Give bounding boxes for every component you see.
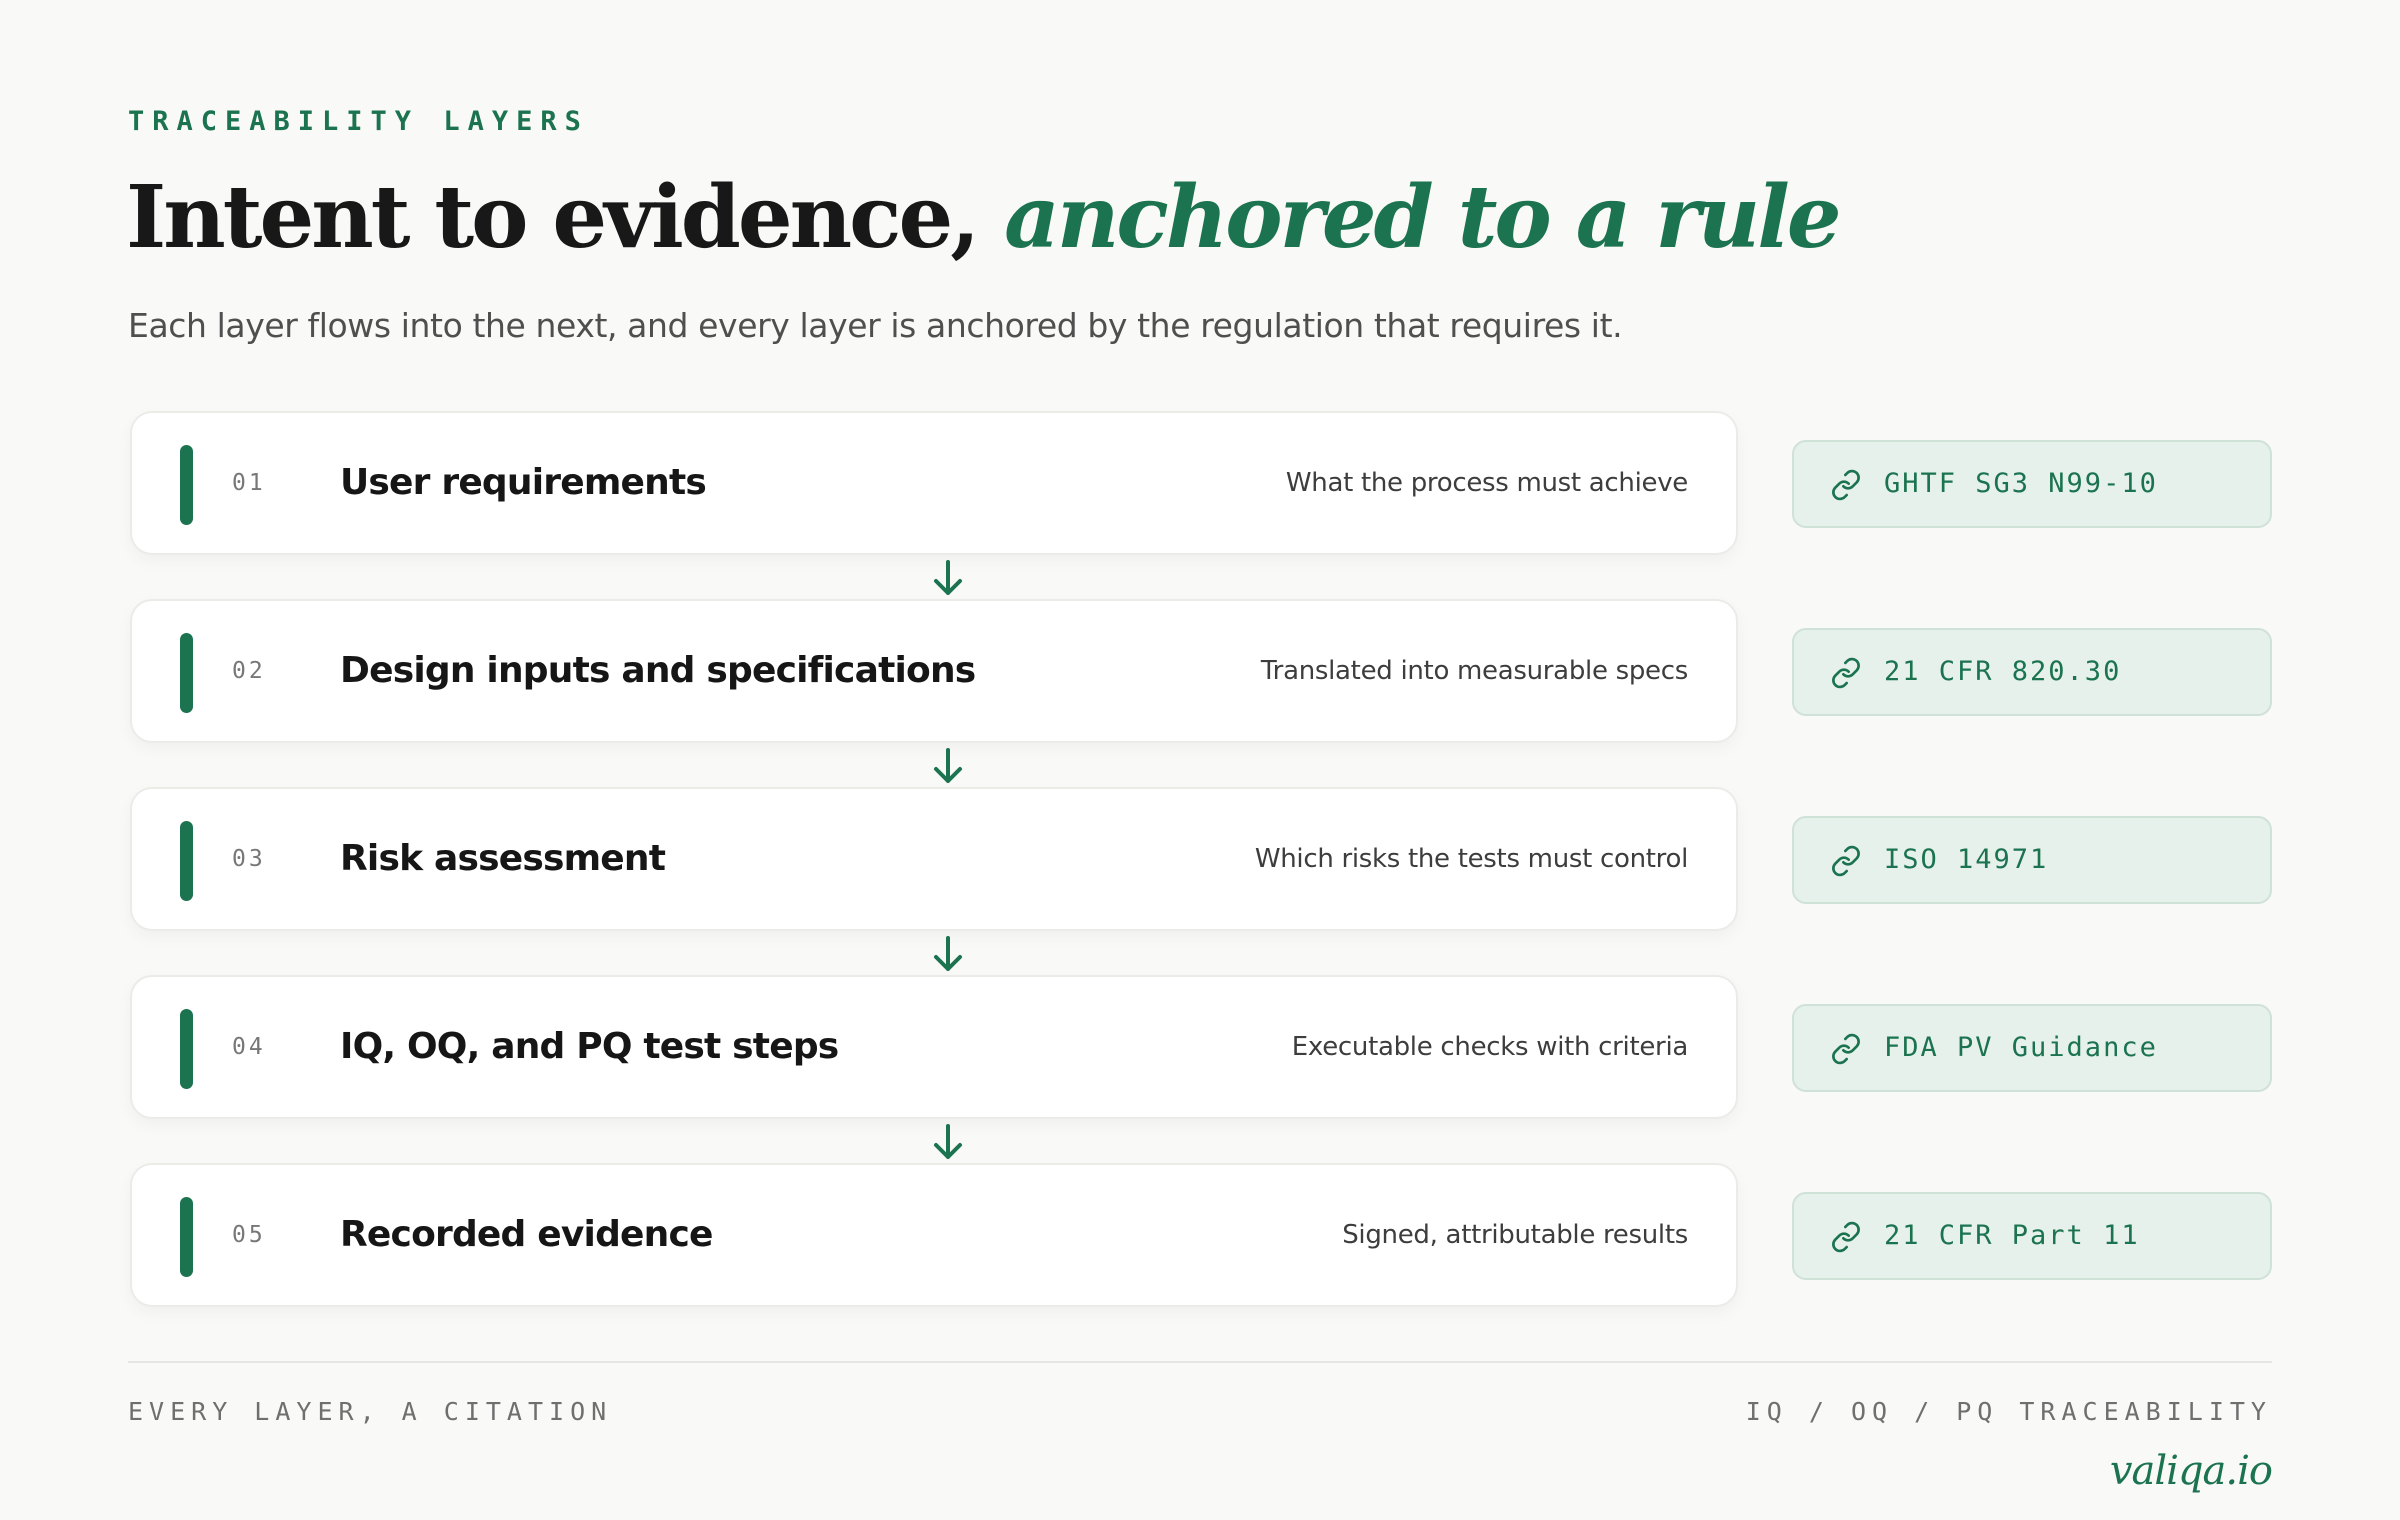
- footer-divider: [128, 1361, 2272, 1363]
- citation-label: 21 CFR 820.30: [1884, 656, 2122, 687]
- citation-chip[interactable]: ISO 14971: [1792, 816, 2272, 904]
- layer-accent-bar: [180, 445, 193, 525]
- layer-card: 02 Design inputs and specifications Transl…: [130, 599, 1738, 743]
- citation-chip[interactable]: 21 CFR 820.30: [1792, 628, 2272, 716]
- link-icon: [1832, 845, 1860, 877]
- layer-number: 04: [232, 1034, 266, 1060]
- layer-description: Translated into measurable specs: [1260, 656, 1688, 686]
- citation-label: FDA PV Guidance: [1884, 1032, 2158, 1063]
- citation-label: GHTF SG3 N99-10: [1884, 468, 2158, 499]
- layer-card: 03 Risk assessment Which risks the tests m…: [130, 787, 1738, 931]
- arrow-down-icon: [934, 936, 962, 971]
- link-icon: [1832, 469, 1860, 501]
- layer-number: 02: [232, 658, 266, 684]
- layer-accent-bar: [180, 821, 193, 901]
- layer-card: 05 Recorded evidence Signed, attributable …: [130, 1163, 1738, 1307]
- layer-description: What the process must achieve: [1285, 468, 1688, 498]
- citation-chip[interactable]: GHTF SG3 N99-10: [1792, 440, 2272, 528]
- layer-card: 01 User requirements What the process must…: [130, 411, 1738, 555]
- layer-number: 05: [232, 1222, 266, 1248]
- link-icon: [1832, 1033, 1860, 1065]
- brand-link[interactable]: valiqa.io: [2110, 1448, 2273, 1494]
- layer-name: User requirements: [340, 462, 707, 503]
- arrow-down-icon: [934, 560, 962, 595]
- layer-card: 04 IQ, OQ, and PQ test steps Executable ch…: [130, 975, 1738, 1119]
- link-icon: [1832, 657, 1860, 689]
- citation-chip[interactable]: 21 CFR Part 11: [1792, 1192, 2272, 1280]
- citation-label: 21 CFR Part 11: [1884, 1220, 2140, 1251]
- citation-label: ISO 14971: [1884, 844, 2049, 875]
- traceability-layers: 01 User requirements What the process must…: [0, 0, 2400, 1520]
- layer-number: 03: [232, 846, 266, 872]
- link-icon: [1832, 1221, 1860, 1253]
- layer-name: IQ, OQ, and PQ test steps: [340, 1026, 839, 1067]
- footer-label: IQ / OQ / PQ TRACEABILITY: [1745, 1397, 2272, 1426]
- footer-tagline: EVERY LAYER, A CITATION: [128, 1397, 613, 1426]
- layer-description: Signed, attributable results: [1342, 1220, 1688, 1250]
- arrow-down-icon: [934, 748, 962, 783]
- arrow-down-icon: [934, 1124, 962, 1159]
- layer-accent-bar: [180, 1009, 193, 1089]
- layer-accent-bar: [180, 1197, 193, 1277]
- layer-accent-bar: [180, 633, 193, 713]
- layer-name: Design inputs and specifications: [340, 650, 976, 691]
- layer-name: Recorded evidence: [340, 1214, 713, 1255]
- citation-chip[interactable]: FDA PV Guidance: [1792, 1004, 2272, 1092]
- layer-description: Which risks the tests must control: [1254, 844, 1688, 874]
- layer-number: 01: [232, 470, 266, 496]
- layer-name: Risk assessment: [340, 838, 666, 879]
- layer-description: Executable checks with criteria: [1291, 1032, 1689, 1062]
